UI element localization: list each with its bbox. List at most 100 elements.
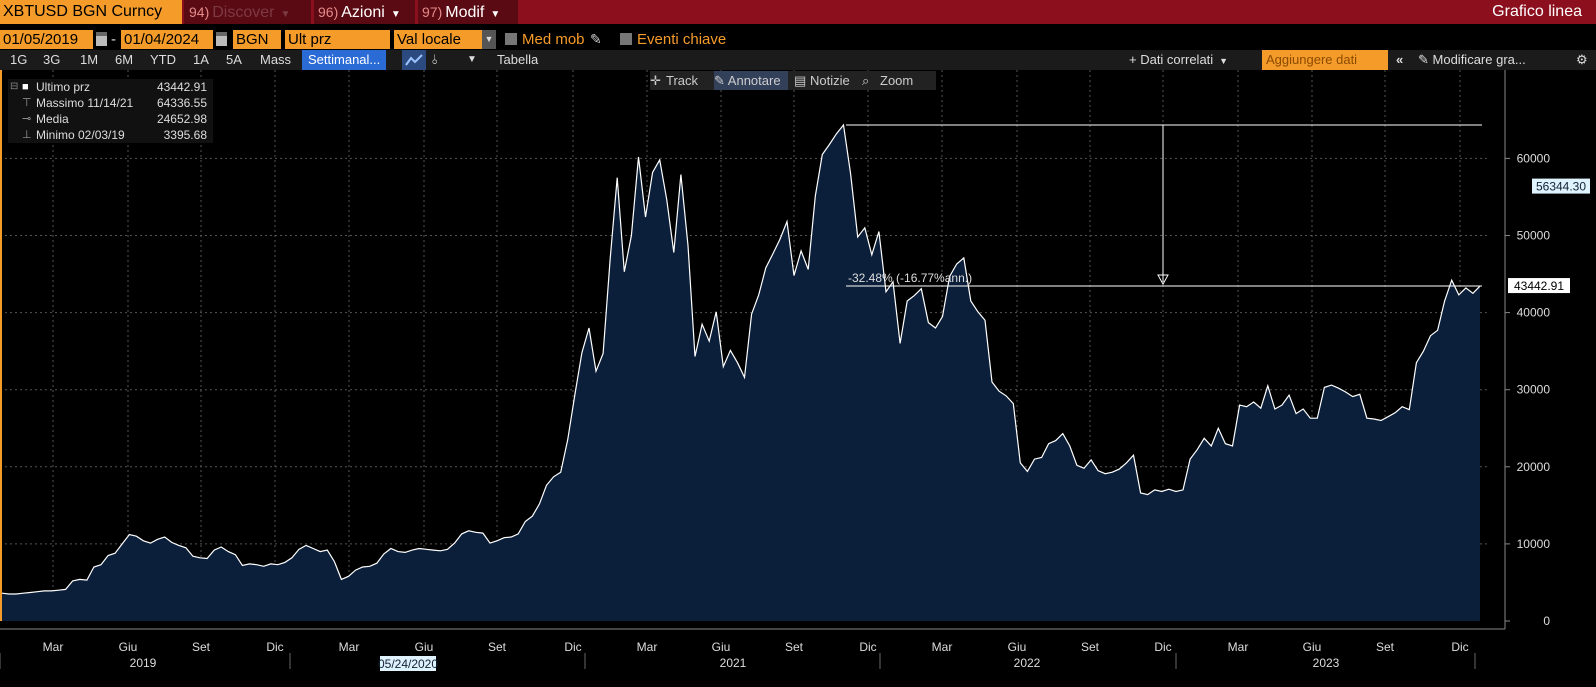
track-icon[interactable]: ✛ [650, 71, 661, 90]
period-1a[interactable]: 1A [193, 50, 209, 70]
chevron-down-icon: ▼ [390, 9, 401, 20]
candle-icon[interactable]: ⫰ [432, 50, 438, 70]
legend-marker: ⊥ [22, 129, 32, 141]
x-tick-label: Dic [1451, 640, 1468, 654]
currency-select[interactable]: Val locale ▼ [394, 30, 496, 49]
pencil-icon[interactable]: ✎ [590, 31, 602, 48]
annotare-button[interactable]: ✎ Annotare [714, 71, 788, 90]
chevron-down-icon: ▼ [1219, 56, 1229, 66]
gear-icon[interactable]: ⚙ [1576, 50, 1588, 70]
discover-label: Discover [212, 4, 275, 21]
tabella-button[interactable]: Tabella [497, 50, 538, 70]
security-field[interactable]: XBTUSD BGN Curncy [0, 0, 182, 24]
chart-type-title: Grafico linea [1492, 3, 1582, 20]
price-field[interactable]: Ult prz [285, 30, 390, 49]
y-tick-label: 0 [1543, 614, 1550, 628]
date-separator: - [111, 31, 116, 48]
x-tick-label: Set [1081, 640, 1100, 654]
start-date-field[interactable]: 01/05/2019 [0, 30, 93, 49]
y-tick-label: 20000 [1517, 460, 1551, 474]
period-1m[interactable]: 1M [80, 50, 98, 70]
x-tick-label: Giu [119, 640, 138, 654]
x-tick-label: Set [192, 640, 211, 654]
period-6m[interactable]: 6M [115, 50, 133, 70]
legend-row: ■ Ultimo prz 43442.91 [8, 79, 213, 95]
azioni-label: Azioni [341, 4, 385, 21]
modif-number: 97) [422, 4, 443, 20]
x-tick-label: Mar [637, 640, 658, 654]
function-bar: XBTUSD BGN Curncy 94) Discover ▼ 96) Azioni… [0, 0, 1596, 24]
y-tick-label: 40000 [1517, 306, 1551, 320]
collapse-legend-icon[interactable]: ⊟ [10, 81, 18, 92]
year-label: 2019 [130, 656, 157, 670]
x-tick-label: Set [488, 640, 507, 654]
x-tick-label: Dic [266, 640, 283, 654]
x-tick-label: Dic [1154, 640, 1171, 654]
legend-label: Minimo 02/03/19 [36, 128, 125, 142]
notizie-button[interactable]: Notizie [810, 71, 850, 90]
med-mob-label: Med mob [522, 31, 585, 48]
y-tick-label: 30000 [1517, 383, 1551, 397]
chevron-down-icon: ▼ [280, 9, 291, 20]
end-date-field[interactable]: 01/04/2024 [121, 30, 213, 49]
x-axis: Mar Giu Set Dic Mar Giu Set Dic Mar Giu Set Dic Mar G… [0, 628, 1505, 671]
x-tick-label: Mar [932, 640, 953, 654]
x-tick-label: Giu [415, 640, 434, 654]
eventi-label: Eventi chiave [637, 31, 727, 48]
modif-label: Modif [445, 4, 485, 21]
currency-label: Val locale [397, 31, 461, 48]
calendar-icon[interactable] [96, 32, 107, 46]
source-field[interactable]: BGN [233, 30, 281, 49]
news-icon[interactable]: ▤ [794, 71, 806, 90]
legend-value: 3395.68 [163, 128, 207, 142]
aggiungere-input[interactable]: Aggiungere dati [1262, 50, 1388, 70]
line-chart-glyph [405, 54, 423, 66]
chevron-down-icon[interactable]: ▼ [467, 50, 477, 70]
legend-row: ⊥ Minimo 02/03/19 3395.68 [8, 127, 213, 143]
period-5a[interactable]: 5A [226, 50, 242, 70]
period-3g[interactable]: 3G [43, 50, 60, 70]
y-tick-label: 10000 [1517, 537, 1551, 551]
calendar-icon[interactable] [216, 32, 227, 46]
dati-correlati-button[interactable]: + Dati correlati ▼ [1129, 50, 1228, 70]
collapse-icon[interactable]: « [1396, 50, 1403, 70]
legend-value: 64336.55 [156, 96, 207, 110]
zoom-icon[interactable]: ⌕ [862, 71, 869, 90]
y-tick-label: 60000 [1517, 151, 1551, 165]
x-tick-label: Mar [339, 640, 360, 654]
x-tick-label: Set [1376, 640, 1395, 654]
price-chart[interactable]: -32.48% (-16.77%ann.) 0 10000 20000 30000 40… [0, 70, 1596, 687]
price-area [2, 125, 1480, 621]
modificare-label: Modificare gra... [1432, 52, 1526, 67]
modif-menu[interactable]: 97) Modif ▼ [418, 0, 518, 24]
x-tick-label: Giu [1303, 640, 1322, 654]
legend-marker: ⊤ [22, 97, 32, 109]
x-tick-label: Set [785, 640, 804, 654]
x-tick-label: Mar [1228, 640, 1249, 654]
eventi-checkbox[interactable] [620, 33, 632, 45]
med-mob-checkbox[interactable] [505, 33, 517, 45]
pencil-icon: ✎ [1418, 52, 1433, 67]
period-ytd[interactable]: YTD [150, 50, 176, 70]
azioni-menu[interactable]: 96) Azioni ▼ [314, 0, 415, 24]
x-tick-label: Mar [43, 640, 64, 654]
line-chart-icon[interactable] [402, 50, 426, 70]
x-tick-label: Dic [859, 640, 876, 654]
legend-marker: ⊸ [22, 113, 32, 125]
year-label: 2021 [720, 656, 747, 670]
period-1g[interactable]: 1G [10, 50, 27, 70]
period-mass[interactable]: Mass [260, 50, 291, 70]
y-axis: 0 10000 20000 30000 40000 50000 60000 56344.30 4… [1504, 70, 1590, 629]
legend-row: ⊸ Media 24652.98 [8, 111, 213, 127]
frequency-select[interactable]: Settimanal... [302, 50, 387, 70]
y-tick-label: 50000 [1517, 229, 1551, 243]
track-button[interactable]: Track [666, 71, 698, 90]
legend: ■ Ultimo prz 43442.91 ⊤ Massimo 11/14/21 6433… [8, 79, 213, 143]
price-badge-upper-text: 56344.30 [1536, 180, 1586, 194]
legend-row: ⊤ Massimo 11/14/21 64336.55 [8, 95, 213, 111]
price-badge-last-text: 43442.91 [1514, 279, 1564, 293]
legend-label: Massimo 11/14/21 [36, 96, 134, 110]
discover-menu[interactable]: 94) Discover ▼ [184, 0, 311, 24]
modificare-button[interactable]: ✎ Modificare gra... [1418, 50, 1526, 70]
zoom-button[interactable]: Zoom [880, 71, 913, 90]
